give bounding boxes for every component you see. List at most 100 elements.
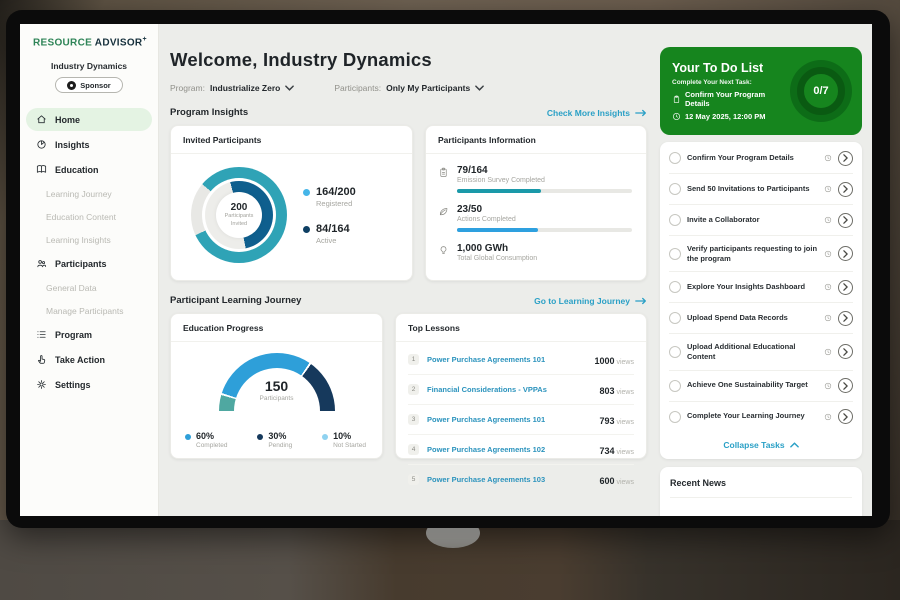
task-checkbox[interactable] [669, 248, 681, 260]
clock-icon [824, 250, 832, 258]
survey-progress-fill [457, 189, 541, 193]
task-item[interactable]: Upload Additional Educational Content [669, 334, 853, 370]
task-open-button[interactable] [838, 151, 853, 166]
go-to-learning-journey-link[interactable]: Go to Learning Journey [534, 296, 647, 306]
card-title: Invited Participants [171, 126, 412, 154]
sidebar-item-label: Take Action [55, 355, 105, 365]
sidebar-item-education-content[interactable]: Education Content [26, 206, 152, 227]
legend-item-completed: 60% Completed [185, 431, 227, 449]
todo-due: 12 May 2025, 12:00 PM [672, 112, 784, 121]
task-list-card: Confirm Your Program Details Send 50 Inv… [660, 142, 862, 459]
not-started-dot [322, 434, 328, 440]
task-open-button[interactable] [838, 409, 853, 424]
participants-information-card: Participants Information 79/164 Emission… [425, 125, 647, 281]
program-filter[interactable]: Program: Industrialize Zero [170, 83, 294, 93]
legend-pct: 10% [333, 431, 366, 441]
legend-label: Active [316, 236, 350, 245]
lesson-link[interactable]: Power Purchase Agreements 101 [427, 415, 591, 424]
task-item[interactable]: Achieve One Sustainability Target [669, 371, 853, 402]
views-suffix: views [616, 359, 634, 366]
survey-clipboard-icon [438, 165, 449, 193]
info-value: 23/50 [457, 204, 632, 215]
sidebar-item-participants[interactable]: Participants [26, 252, 152, 275]
actions-progress-track [457, 228, 632, 232]
task-checkbox[interactable] [669, 312, 681, 324]
section-title: Program Insights [170, 107, 248, 118]
sidebar-item-label: Learning Journey [46, 189, 112, 199]
task-checkbox[interactable] [669, 214, 681, 226]
legend-pct: 30% [268, 431, 292, 441]
actions-progress-fill [457, 228, 538, 232]
chevron-right-icon [843, 348, 848, 356]
sidebar-item-learning-insights[interactable]: Learning Insights [26, 229, 152, 250]
sidebar-item-take-action[interactable]: Take Action [26, 348, 152, 371]
task-open-button[interactable] [838, 182, 853, 197]
lesson-link[interactable]: Power Purchase Agreements 101 [427, 355, 586, 364]
task-checkbox[interactable] [669, 183, 681, 195]
task-item[interactable]: Complete Your Learning Journey [669, 402, 853, 432]
task-open-button[interactable] [838, 311, 853, 326]
sidebar-item-education[interactable]: Education [26, 158, 152, 181]
book-icon [36, 164, 47, 175]
logo-plus: + [142, 36, 146, 43]
sidebar-item-general-data[interactable]: General Data [26, 277, 152, 298]
task-checkbox[interactable] [669, 346, 681, 358]
task-checkbox[interactable] [669, 152, 681, 164]
learning-journey-header: Participant Learning Journey Go to Learn… [170, 295, 647, 306]
sidebar-item-settings[interactable]: Settings [26, 373, 152, 396]
task-label: Upload Spend Data Records [687, 313, 818, 323]
sidebar-nav: Home Insights Education Learning Journey [20, 108, 158, 396]
views-count: 1000 [594, 356, 614, 366]
insights-pie-icon [36, 139, 47, 150]
task-open-button[interactable] [838, 280, 853, 295]
sidebar-item-label: Education [55, 165, 99, 175]
filters-row: Program: Industrialize Zero Participants… [170, 83, 660, 93]
list-icon [36, 329, 47, 340]
chevron-right-icon [843, 154, 848, 162]
task-open-button[interactable] [838, 246, 853, 261]
page-title: Welcome, Industry Dynamics [170, 49, 660, 71]
task-checkbox[interactable] [669, 380, 681, 392]
lesson-link[interactable]: Power Purchase Agreements 102 [427, 445, 591, 454]
gauge-center-label: Participants [171, 395, 382, 402]
sidebar-item-insights[interactable]: Insights [26, 133, 152, 156]
sidebar-item-program[interactable]: Program [26, 323, 152, 346]
chevron-right-icon [843, 185, 848, 193]
sidebar-item-label: Home [55, 115, 80, 125]
legend-pct: 60% [196, 431, 227, 441]
task-checkbox[interactable] [669, 281, 681, 293]
todo-next-task[interactable]: Confirm Your Program Details [672, 90, 784, 108]
sidebar-item-home[interactable]: Home [26, 108, 152, 131]
task-open-button[interactable] [838, 344, 853, 359]
clock-icon [824, 382, 832, 390]
participants-filter[interactable]: Participants: Only My Participants [334, 83, 484, 93]
sidebar-item-learning-journey[interactable]: Learning Journey [26, 183, 152, 204]
pending-dot [257, 434, 263, 440]
clock-icon [824, 314, 832, 322]
lesson-link[interactable]: Financial Considerations - VPPAs [427, 385, 591, 394]
task-item[interactable]: Send 50 Invitations to Participants [669, 174, 853, 205]
views-count: 803 [599, 386, 614, 396]
task-item[interactable]: Verify participants requesting to join t… [669, 236, 853, 272]
lesson-link[interactable]: Power Purchase Agreements 103 [427, 475, 591, 484]
task-item[interactable]: Upload Spend Data Records [669, 303, 853, 334]
task-label: Explore Your Insights Dashboard [687, 282, 818, 292]
legend-label: Pending [268, 442, 292, 449]
card-title: Participants Information [426, 126, 646, 154]
task-open-button[interactable] [838, 378, 853, 393]
clock-icon [672, 112, 681, 121]
info-row-survey: 79/164 Emission Survey Completed [438, 165, 632, 193]
education-progress-gauge: 150 Participants [171, 351, 382, 425]
task-item[interactable]: Invite a Collaborator [669, 205, 853, 236]
task-checkbox[interactable] [669, 411, 681, 423]
lesson-row: 2 Financial Considerations - VPPAs 803vi… [408, 375, 634, 405]
sidebar-item-manage-participants[interactable]: Manage Participants [26, 300, 152, 321]
check-more-insights-link[interactable]: Check More Insights [547, 108, 647, 118]
collapse-tasks-link[interactable]: Collapse Tasks [669, 432, 853, 457]
sponsor-badge[interactable]: Sponsor [55, 77, 123, 93]
lesson-row: 1 Power Purchase Agreements 101 1000view… [408, 345, 634, 375]
clock-icon [824, 413, 832, 421]
task-item[interactable]: Explore Your Insights Dashboard [669, 272, 853, 303]
task-open-button[interactable] [838, 213, 853, 228]
task-item[interactable]: Confirm Your Program Details [669, 143, 853, 174]
